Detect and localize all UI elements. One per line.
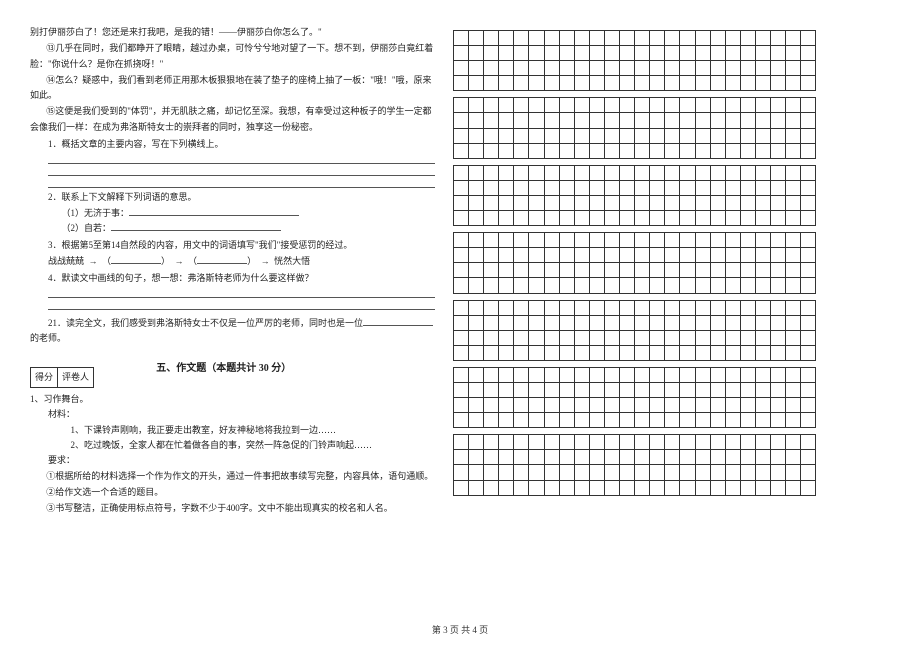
passage-p3: ⑮这便是我们受到的"体罚"，并无肌肤之痛，却记忆至深。我想，有幸受过这种板子的学… bbox=[30, 104, 435, 135]
answer-blank[interactable] bbox=[197, 255, 247, 264]
passage-p2: ⑭怎么？疑惑中，我们看到老师正用那木板狠狠地在装了垫子的座椅上抽了一板："哦！"… bbox=[30, 73, 435, 104]
answer-blank[interactable] bbox=[363, 317, 433, 326]
requirements-label: 要求： bbox=[30, 453, 435, 468]
section-5-title: 五、作文题（本题共计 30 分） bbox=[156, 360, 291, 377]
score-box: 得分 评卷人 bbox=[30, 367, 94, 388]
passage-p0: 别打伊丽莎白了！您还是来打我吧，是我的错！——伊丽莎白你怎么了。" bbox=[30, 25, 435, 40]
material-2: 2、吃过晚饭，全家人都在忙着做各自的事，突然一阵急促的门铃声响起…… bbox=[30, 438, 435, 453]
answer-line[interactable] bbox=[48, 300, 435, 310]
answer-line[interactable] bbox=[48, 154, 435, 164]
flow-end: 恍然大悟 bbox=[274, 256, 310, 266]
question-21: 21．读完全文，我们感受到弗洛斯特女士不仅是一位严厉的老师，同时也是一位 bbox=[30, 316, 435, 331]
requirement-1: ①根据所给的材料选择一个作为作文的开头，通过一件事把故事续写完整，内容具体，语句… bbox=[30, 469, 435, 484]
answer-line[interactable] bbox=[48, 166, 435, 176]
composition-grid[interactable] bbox=[453, 30, 818, 496]
section-5-header: 得分 评卷人 五、作文题（本题共计 30 分） bbox=[30, 347, 435, 392]
question-2: 2．联系上下文解释下列词语的意思。 bbox=[30, 190, 435, 205]
q2a-label: （1）无济于事： bbox=[62, 208, 130, 218]
left-column: 别打伊丽莎白了！您还是来打我吧，是我的错！——伊丽莎白你怎么了。" ⑬几乎在同时… bbox=[30, 25, 435, 517]
answer-blank[interactable] bbox=[111, 255, 161, 264]
question-4: 4．默读文中画线的句子，想一想：弗洛斯特老师为什么要这样做？ bbox=[30, 271, 435, 286]
paren-open: （ bbox=[102, 256, 111, 266]
essay-prompt: 1、习作舞台。 bbox=[30, 392, 435, 407]
answer-line[interactable] bbox=[48, 288, 435, 298]
requirement-2: ②给作文选一个合适的题目。 bbox=[30, 485, 435, 500]
q21-text-b: 的老师。 bbox=[30, 331, 435, 346]
material-1: 1、下课铃声刚响，我正要走出教室，好友神秘地将我拉到一边…… bbox=[30, 423, 435, 438]
right-column bbox=[453, 25, 818, 517]
question-2b: （2）自若： bbox=[30, 221, 435, 236]
flow-start: 战战兢兢 bbox=[48, 256, 84, 266]
arrow-icon: → bbox=[175, 256, 184, 266]
question-3-flow: 战战兢兢 → （ ） → （ ） → 恍然大悟 bbox=[30, 254, 435, 269]
arrow-icon: → bbox=[89, 256, 98, 266]
material-label: 材料： bbox=[30, 407, 435, 422]
page-footer: 第 3 页 共 4 页 bbox=[0, 623, 920, 638]
paren-close: ） bbox=[247, 256, 256, 266]
question-1: 1．概括文章的主要内容，写在下列横线上。 bbox=[30, 137, 435, 152]
passage-text: 别打伊丽莎白了！您还是来打我吧，是我的错！——伊丽莎白你怎么了。" ⑬几乎在同时… bbox=[30, 25, 435, 135]
requirement-3: ③书写整洁，正确使用标点符号，字数不少于400字。文中不能出现真实的校名和人名。 bbox=[30, 501, 435, 516]
q2b-label: （2）自若： bbox=[62, 223, 112, 233]
paren-open: （ bbox=[188, 256, 197, 266]
answer-blank[interactable] bbox=[129, 207, 299, 216]
question-3: 3．根据第5至第14自然段的内容，用文中的词语填写"我们"接受惩罚的经过。 bbox=[30, 238, 435, 253]
paren-close: ） bbox=[161, 256, 170, 266]
question-2a: （1）无济于事： bbox=[30, 206, 435, 221]
reviewer-label: 评卷人 bbox=[58, 368, 93, 387]
score-label: 得分 bbox=[31, 368, 58, 387]
passage-p1: ⑬几乎在同时，我们都睁开了眼睛，越过办桌，可怜兮兮地对望了一下。想不到，伊丽莎白… bbox=[30, 41, 435, 72]
q21-text-a: 21．读完全文，我们感受到弗洛斯特女士不仅是一位严厉的老师，同时也是一位 bbox=[48, 318, 363, 328]
answer-blank[interactable] bbox=[111, 222, 281, 231]
answer-line[interactable] bbox=[48, 178, 435, 188]
arrow-icon: → bbox=[261, 256, 270, 266]
